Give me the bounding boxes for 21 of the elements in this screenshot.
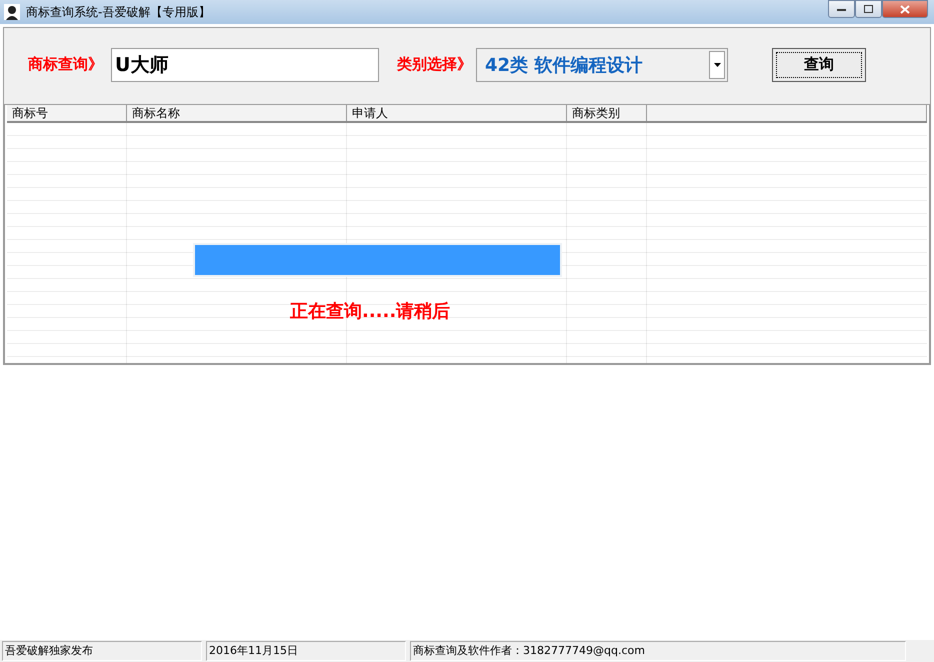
status-panel: 吾爱破解独家发布	[2, 641, 202, 661]
search-label: 商标查询》	[28, 55, 103, 74]
category-label: 类别选择》	[397, 55, 472, 74]
column-header[interactable]: 商标号	[7, 105, 127, 121]
minimize-icon	[836, 6, 846, 12]
column-header[interactable]: 申请人	[347, 105, 567, 121]
column-header[interactable]: 商标类别	[567, 105, 647, 121]
status-panel: 商标查询及软件作者：3182777749@qq.com	[410, 641, 906, 661]
window-title: 商标查询系统-吾爱破解【专用版】	[26, 4, 210, 20]
minimize-button[interactable]	[828, 0, 855, 18]
status-panel: 2016年11月15日	[206, 641, 406, 661]
loading-message: 正在查询.....请稍后	[290, 300, 450, 323]
maximize-button[interactable]	[855, 0, 882, 18]
query-button[interactable]: 查询	[772, 48, 866, 82]
category-dropdown[interactable]: 42类 软件编程设计	[476, 48, 728, 82]
close-button[interactable]	[882, 0, 928, 18]
maximize-icon	[864, 4, 874, 14]
column-header[interactable]: 商标名称	[127, 105, 347, 121]
person-icon	[4, 4, 20, 20]
trademark-input-field[interactable]: U大师	[111, 48, 379, 82]
close-icon	[900, 4, 910, 14]
